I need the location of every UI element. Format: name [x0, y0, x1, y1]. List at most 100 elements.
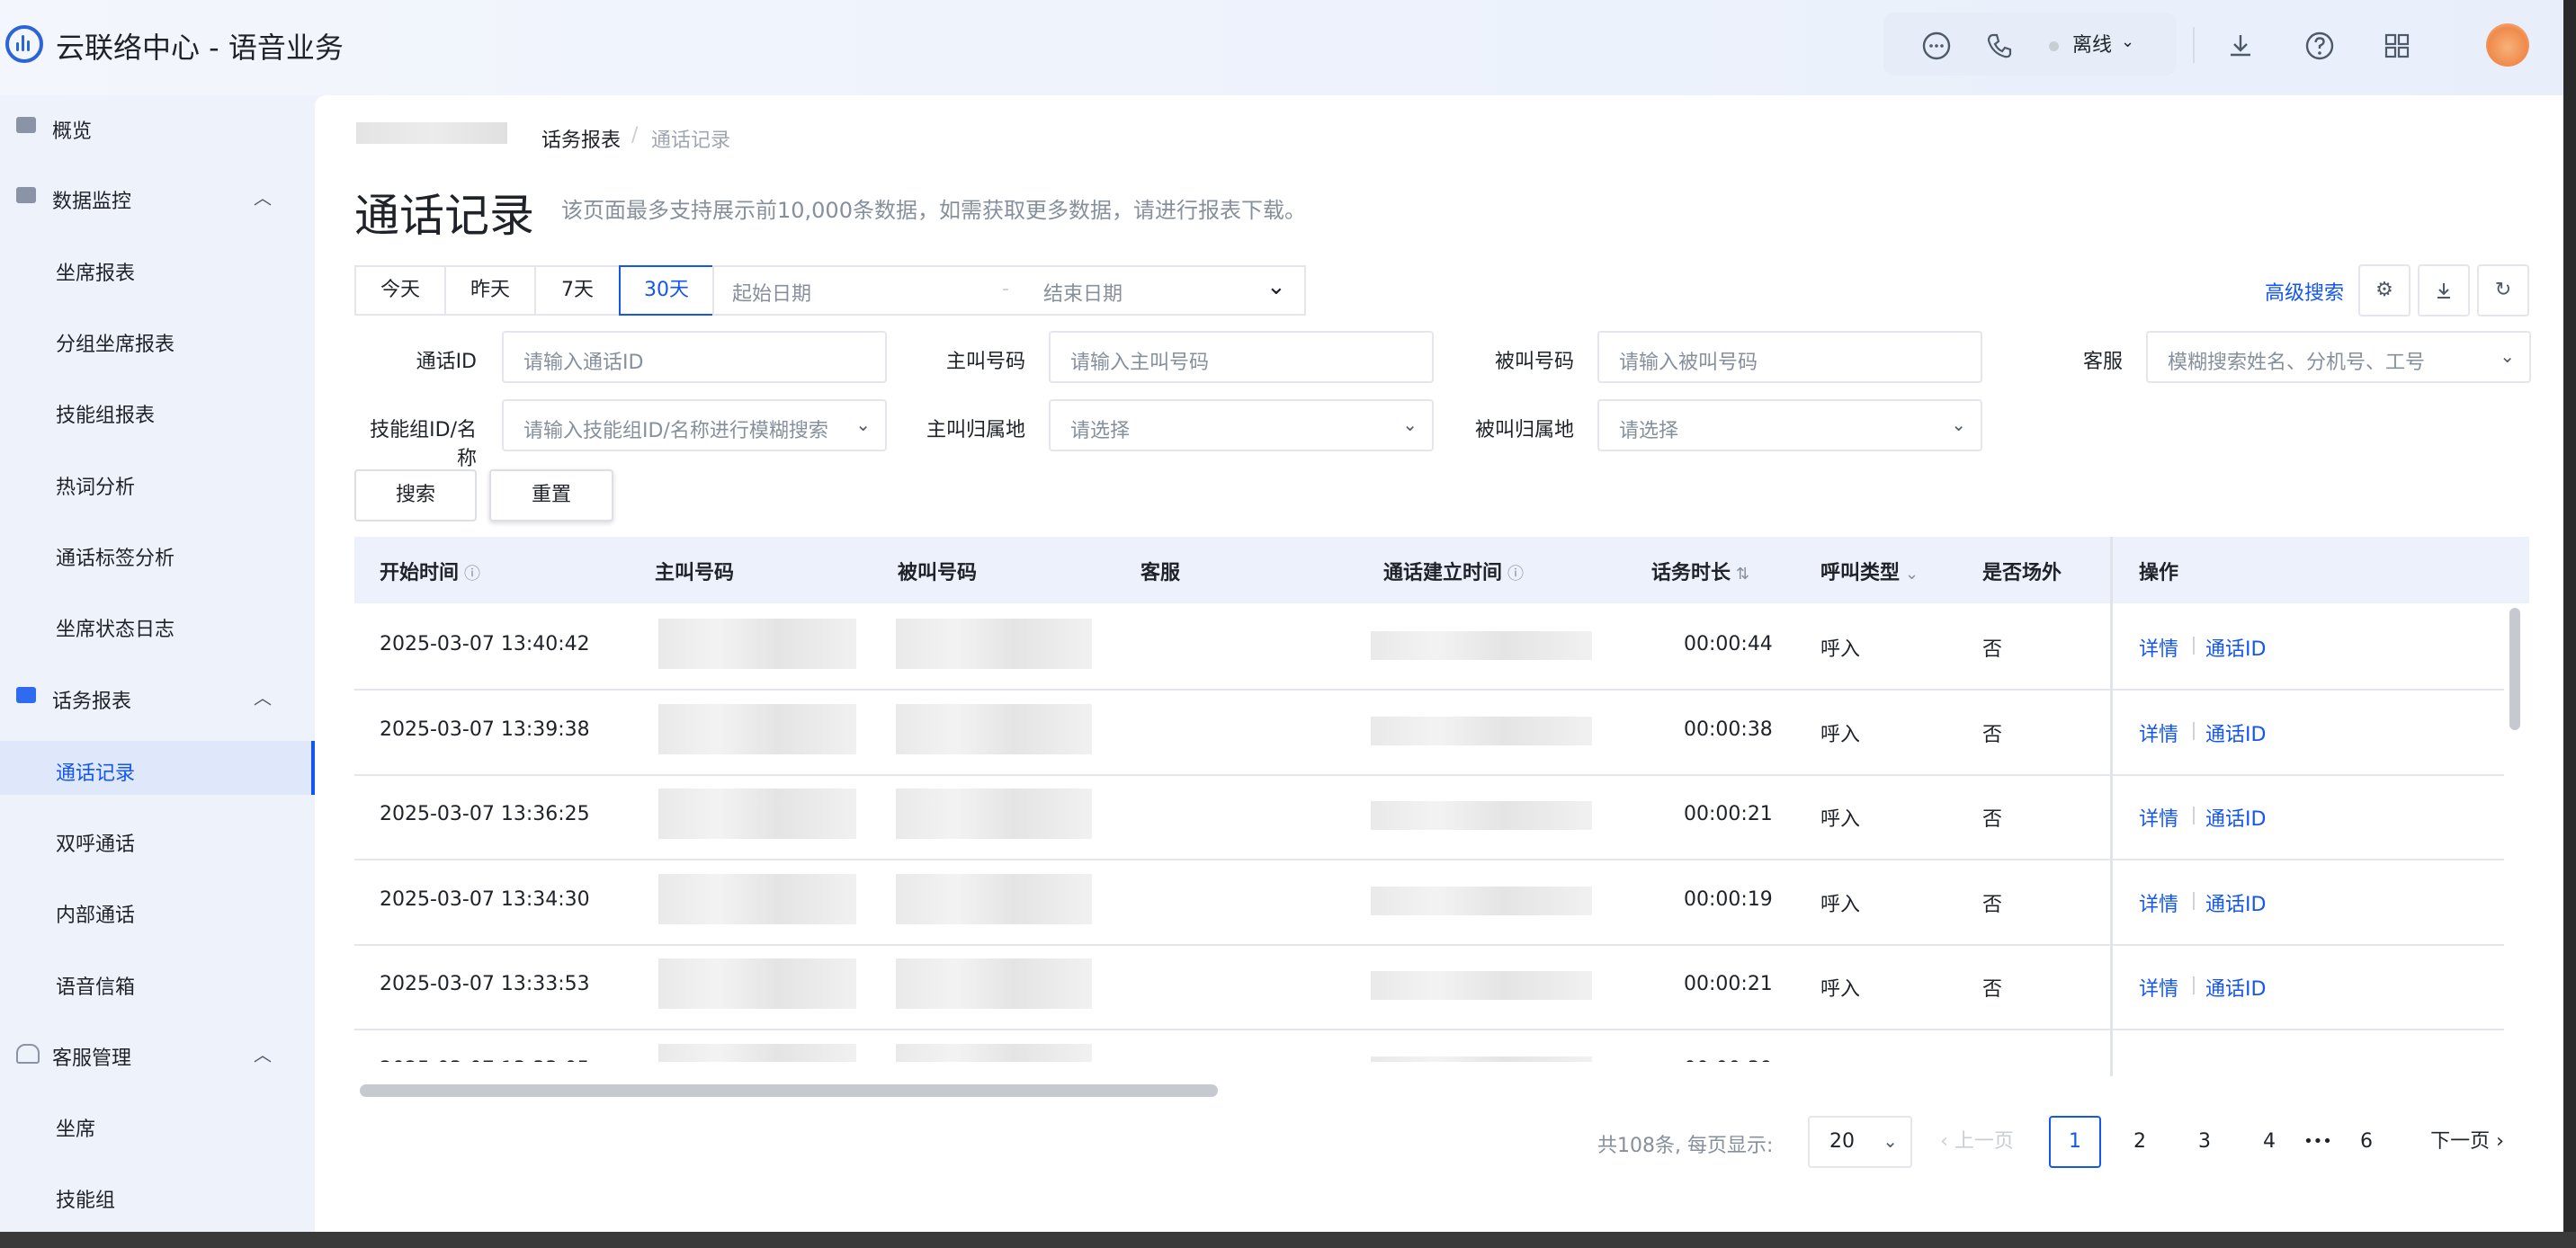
- sidebar-item-tag-analysis[interactable]: 通话标签分析: [0, 526, 315, 580]
- skill-group-select[interactable]: 请输入技能组ID/名称进行模糊搜索 ⌄: [502, 399, 887, 451]
- date-preset-30d[interactable]: 30天: [619, 265, 714, 316]
- page-ellipsis[interactable]: •••: [2294, 1116, 2342, 1168]
- refresh-icon[interactable]: ↻: [2477, 264, 2529, 316]
- start-date-input[interactable]: 起始日期: [732, 278, 811, 307]
- sidebar-item-dual-call[interactable]: 双呼通话: [0, 812, 315, 866]
- sidebar-item-agent-report[interactable]: 坐席报表: [0, 241, 315, 295]
- agent-select[interactable]: 模糊搜索姓名、分机号、工号 ⌄: [2146, 331, 2531, 383]
- column-duration[interactable]: 话务时长 ⇅: [1651, 557, 1749, 585]
- chat-icon[interactable]: [1921, 31, 1952, 61]
- search-button[interactable]: 搜索: [354, 469, 477, 521]
- cell-duration: 00:00:21: [1684, 803, 1773, 825]
- detail-link[interactable]: 详情: [2139, 1058, 2178, 1062]
- page-2[interactable]: 2: [2114, 1116, 2166, 1168]
- divider: [2193, 891, 2195, 910]
- redacted-caller: [658, 1043, 856, 1062]
- date-preset-yesterday[interactable]: 昨天: [444, 265, 536, 316]
- date-preset-7d[interactable]: 7天: [534, 265, 621, 316]
- cell-duration: 00:00:38: [1684, 718, 1773, 741]
- caller-number-input[interactable]: 请输入主叫号码: [1049, 331, 1434, 383]
- sidebar-item-label: 坐席状态日志: [56, 619, 175, 641]
- cell-duration: 00:00:39: [1684, 1058, 1773, 1062]
- redacted-caller: [658, 958, 856, 1009]
- sidebar-item-label: 通话记录: [56, 762, 136, 785]
- call-id-link[interactable]: 通话ID: [2205, 1058, 2266, 1062]
- page-1[interactable]: 1: [2049, 1116, 2101, 1168]
- detail-link[interactable]: 详情: [2139, 803, 2178, 832]
- info-icon[interactable]: ⓘ: [464, 565, 480, 584]
- page-size-select[interactable]: 20 ⌄: [1808, 1116, 1912, 1168]
- breadcrumb-redacted: [356, 122, 507, 144]
- column-call-type[interactable]: 呼叫类型 ⌄: [1820, 557, 1919, 585]
- sidebar-group-traffic-report[interactable]: 话务报表 ︿: [0, 669, 315, 723]
- table-row: 2025-03-07 13:33:53 00:00:21 呼入 否 详情 通话ID: [354, 944, 2504, 1030]
- end-date-input[interactable]: 结束日期: [1043, 278, 1123, 307]
- download-icon[interactable]: [2225, 31, 2256, 61]
- call-id-link[interactable]: 通话ID: [2205, 718, 2266, 747]
- sidebar-item-hotword[interactable]: 热词分析: [0, 455, 315, 509]
- detail-link[interactable]: 详情: [2139, 973, 2178, 1002]
- column-agent: 客服: [1140, 562, 1181, 584]
- chevron-up-icon[interactable]: ︿: [254, 183, 272, 209]
- redacted-caller: [658, 619, 856, 669]
- info-icon[interactable]: ⓘ: [1507, 565, 1524, 584]
- next-page-button[interactable]: 下一页 ›: [2418, 1116, 2517, 1168]
- sidebar-item-status-log[interactable]: 坐席状态日志: [0, 597, 315, 651]
- chevron-down-icon[interactable]: ⌄: [1905, 565, 1919, 584]
- sidebar-item-overview[interactable]: 概览: [0, 99, 315, 153]
- agent-status-select[interactable]: 离线: [2072, 29, 2112, 58]
- page-6[interactable]: 6: [2340, 1116, 2393, 1168]
- cell-duration: 00:00:21: [1684, 973, 1773, 995]
- callee-region-select[interactable]: 请选择 ⌄: [1597, 399, 1982, 451]
- call-id-link[interactable]: 通话ID: [2205, 973, 2266, 1002]
- breadcrumb-parent[interactable]: 话务报表: [541, 124, 621, 153]
- caller-region-select[interactable]: 请选择 ⌄: [1049, 399, 1434, 451]
- sidebar-item-label: 概览: [52, 120, 93, 143]
- help-icon[interactable]: [2304, 31, 2335, 61]
- settings-icon[interactable]: ⚙: [2358, 264, 2411, 316]
- call-id-link[interactable]: 通话ID: [2205, 888, 2266, 917]
- vertical-scrollbar[interactable]: [2509, 608, 2520, 730]
- phone-icon[interactable]: [1984, 31, 2015, 61]
- page-4[interactable]: 4: [2243, 1116, 2295, 1168]
- sidebar-group-monitoring[interactable]: 数据监控 ︿: [0, 169, 315, 223]
- chevron-up-icon[interactable]: ︿: [254, 1040, 272, 1066]
- redacted-connect-time: [1371, 886, 1592, 915]
- sort-icon[interactable]: ⇅: [1736, 565, 1749, 584]
- call-id-link[interactable]: 通话ID: [2205, 803, 2266, 832]
- download-icon[interactable]: [2418, 264, 2470, 316]
- callee-number-input[interactable]: 请输入被叫号码: [1597, 331, 1982, 383]
- sidebar-item-label: 双呼通话: [56, 833, 136, 856]
- detail-link[interactable]: 详情: [2139, 633, 2178, 662]
- horizontal-scrollbar[interactable]: [360, 1084, 1218, 1097]
- chevron-down-icon[interactable]: ⌄: [1266, 273, 1286, 300]
- sidebar-item-skill-group[interactable]: 技能组: [0, 1168, 315, 1222]
- sidebar-item-voicemail[interactable]: 语音信箱: [0, 955, 315, 1009]
- chevron-down-icon: ⌄: [1951, 414, 1966, 435]
- cell-call-type: 呼入: [1820, 638, 1861, 661]
- reset-button[interactable]: 重置: [489, 469, 613, 521]
- sidebar-item-call-records[interactable]: 通话记录: [0, 741, 315, 795]
- call-id-link[interactable]: 通话ID: [2205, 633, 2266, 662]
- sidebar-item-skill-report[interactable]: 技能组报表: [0, 383, 315, 437]
- sidebar-group-agent-management[interactable]: 客服管理 ︿: [0, 1026, 315, 1080]
- prev-page-button[interactable]: ‹ 上一页: [1928, 1116, 2026, 1168]
- placeholder: 请输入技能组ID/名称进行模糊搜索: [523, 420, 828, 442]
- page-3[interactable]: 3: [2178, 1116, 2231, 1168]
- pagination-total: 共108条, 每页显示:: [1597, 1135, 1774, 1157]
- advanced-search-link[interactable]: 高级搜索: [2265, 277, 2344, 306]
- detail-link[interactable]: 详情: [2139, 718, 2178, 747]
- chevron-up-icon[interactable]: ︿: [254, 683, 272, 709]
- cell-start-time: 2025-03-07 13:36:25: [380, 803, 590, 825]
- avatar[interactable]: [2486, 23, 2529, 67]
- chevron-down-icon[interactable]: ⌄: [2121, 32, 2134, 51]
- call-id-input[interactable]: 请输入通话ID: [502, 331, 887, 383]
- sidebar-item-agent[interactable]: 坐席: [0, 1097, 315, 1151]
- filter-label-skill-group: 技能组ID/名称: [370, 419, 477, 470]
- date-preset-today[interactable]: 今天: [354, 265, 446, 316]
- sidebar-item-group-agent-report[interactable]: 分组坐席报表: [0, 312, 315, 366]
- sidebar-item-label: 技能组: [56, 1190, 116, 1212]
- sidebar-item-internal-call[interactable]: 内部通话: [0, 883, 315, 937]
- grid-icon[interactable]: [2382, 31, 2412, 61]
- detail-link[interactable]: 详情: [2139, 888, 2178, 917]
